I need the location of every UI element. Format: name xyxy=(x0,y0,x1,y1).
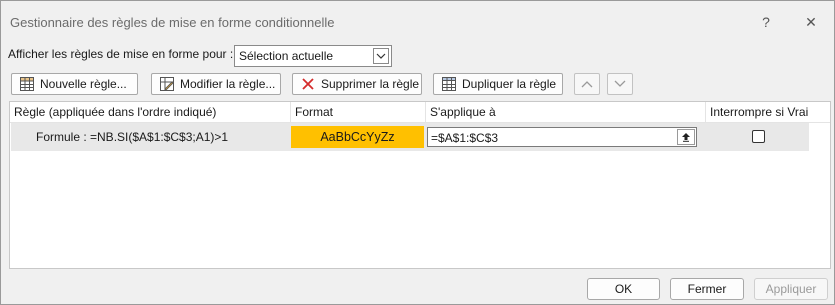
rules-table: Règle (appliquée dans l'ordre indiqué) F… xyxy=(9,101,831,269)
duplicate-grid-icon xyxy=(442,77,456,91)
chevron-up-icon xyxy=(581,81,593,88)
collapse-dialog-button[interactable] xyxy=(677,129,695,145)
format-preview-text: AaBbCcYyZz xyxy=(320,130,395,144)
delete-rule-button[interactable]: Supprimer la règle xyxy=(292,73,422,95)
rules-toolbar: Nouvelle règle... Modifier la règle... S… xyxy=(11,73,831,97)
table-row[interactable]: Formule : =NB.SI($A$1:$C$3;A1)>1 AaBbCcY… xyxy=(11,123,809,151)
format-preview: AaBbCcYyZz xyxy=(291,126,424,148)
delete-rule-label: Supprimer la règle xyxy=(321,77,420,91)
edit-rule-button[interactable]: Modifier la règle... xyxy=(151,73,281,95)
close-button[interactable]: ✕ xyxy=(800,11,822,33)
move-down-button[interactable] xyxy=(607,73,633,95)
title-bar: Gestionnaire des règles de mise en forme… xyxy=(1,1,834,43)
move-up-button[interactable] xyxy=(574,73,600,95)
show-rules-select[interactable]: Sélection actuelle xyxy=(234,45,392,67)
ok-button[interactable]: OK xyxy=(587,278,660,300)
column-header-stop-if-true[interactable]: Interrompre si Vrai xyxy=(706,102,830,122)
column-header-applies-to[interactable]: S'applique à xyxy=(426,102,706,122)
apply-button[interactable]: Appliquer xyxy=(754,278,828,300)
duplicate-rule-button[interactable]: Dupliquer la règle xyxy=(433,73,563,95)
conditional-formatting-dialog: Gestionnaire des règles de mise en forme… xyxy=(0,0,835,305)
help-button[interactable]: ? xyxy=(755,11,777,33)
window-title: Gestionnaire des règles de mise en forme… xyxy=(10,15,335,30)
edit-grid-icon xyxy=(160,77,174,91)
column-header-format[interactable]: Format xyxy=(291,102,426,122)
show-rules-label: Afficher les règles de mise en forme pou… xyxy=(8,47,234,61)
show-rules-row: Afficher les règles de mise en forme pou… xyxy=(8,45,408,67)
close-dialog-button[interactable]: Fermer xyxy=(670,278,744,300)
chevron-down-icon[interactable] xyxy=(373,48,389,64)
delete-x-icon xyxy=(301,77,315,91)
duplicate-rule-label: Dupliquer la règle xyxy=(462,77,557,91)
column-header-rule[interactable]: Règle (appliquée dans l'ordre indiqué) xyxy=(10,102,291,122)
rules-table-header: Règle (appliquée dans l'ordre indiqué) F… xyxy=(10,102,830,123)
chevron-down-icon xyxy=(614,80,626,87)
show-rules-selected-value: Sélection actuelle xyxy=(239,49,334,63)
rule-description: Formule : =NB.SI($A$1:$C$3;A1)>1 xyxy=(36,130,229,144)
arrow-up-icon xyxy=(682,133,690,142)
stop-if-true-checkbox[interactable] xyxy=(752,130,765,143)
grid-icon xyxy=(20,77,34,91)
applies-to-value: =$A$1:$C$3 xyxy=(431,131,499,145)
applies-to-input[interactable]: =$A$1:$C$3 xyxy=(427,127,697,147)
new-rule-label: Nouvelle règle... xyxy=(40,77,127,91)
edit-rule-label: Modifier la règle... xyxy=(180,77,276,91)
new-rule-button[interactable]: Nouvelle règle... xyxy=(11,73,138,95)
